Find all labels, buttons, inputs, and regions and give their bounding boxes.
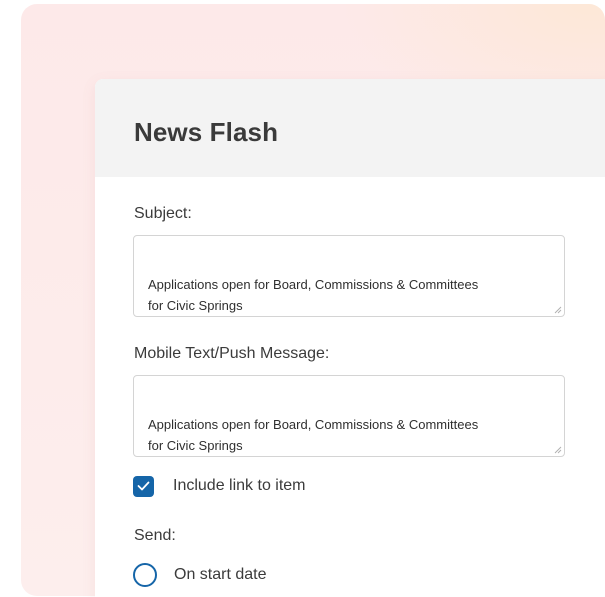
include-link-checkbox[interactable] [133, 475, 154, 497]
news-flash-dialog: News Flash Subject: Applications open fo… [95, 79, 605, 597]
resize-handle-icon[interactable] [554, 446, 562, 454]
send-option-start-date[interactable]: On start date [133, 563, 267, 587]
screen: News Flash Subject: Applications open fo… [0, 0, 605, 597]
dialog-header: News Flash [95, 79, 605, 177]
resize-handle-icon[interactable] [554, 306, 562, 314]
mobile-message-textarea[interactable]: Applications open for Board, Commissions… [133, 375, 565, 457]
subject-label: Subject: [134, 205, 192, 222]
checkmark-icon [137, 481, 150, 491]
subject-text: Applications open for Board, Commissions… [148, 277, 479, 313]
subject-textarea[interactable]: Applications open for Board, Commissions… [133, 235, 565, 317]
start-date-radio[interactable] [133, 563, 157, 587]
send-label: Send: [134, 527, 176, 544]
mobile-message-text: Applications open for Board, Commissions… [148, 417, 479, 453]
include-link-label: Include link to item [173, 477, 306, 494]
start-date-label: On start date [174, 566, 267, 583]
mobile-message-label: Mobile Text/Push Message: [134, 345, 330, 362]
dialog-title: News Flash [134, 117, 279, 147]
include-link-row[interactable]: Include link to item [133, 475, 306, 497]
